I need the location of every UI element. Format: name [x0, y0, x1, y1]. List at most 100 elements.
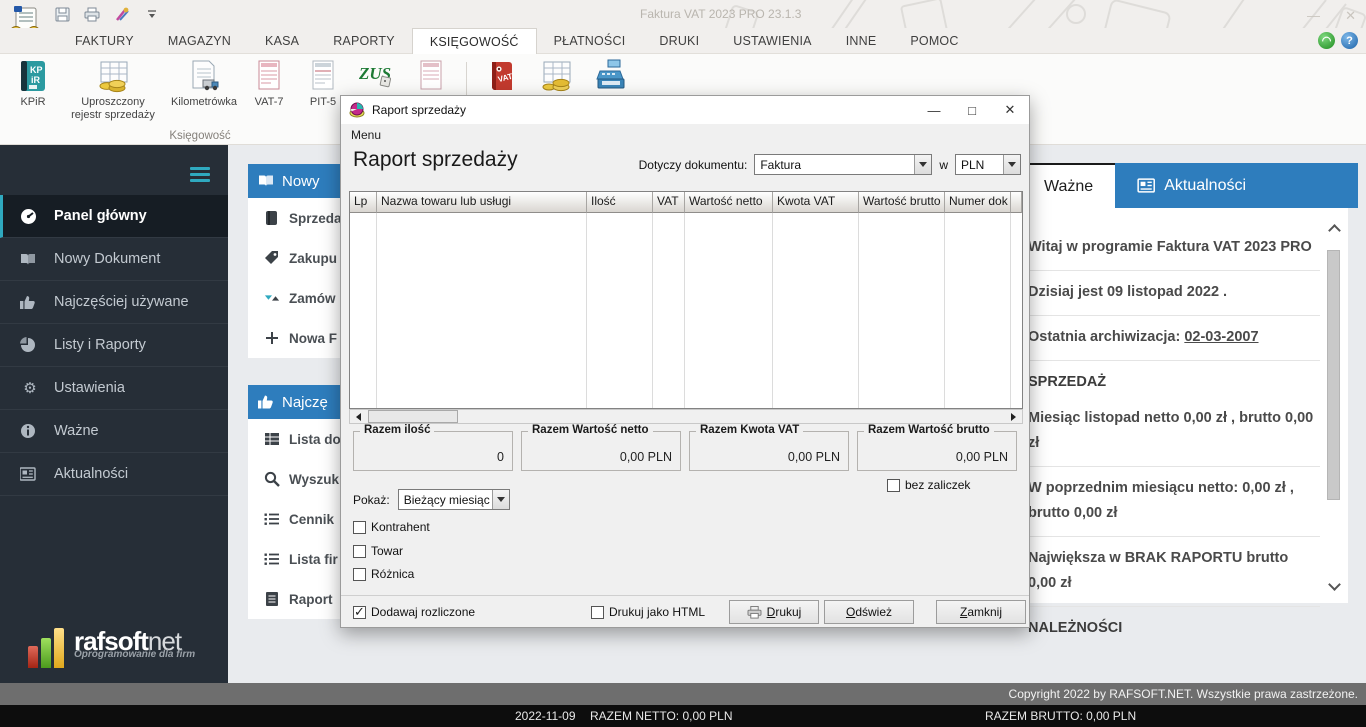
list-icon: [264, 513, 279, 525]
sidebar-item-wazne[interactable]: Ważne: [0, 410, 228, 453]
pie-chart-icon: [20, 337, 40, 353]
tab-inne[interactable]: INNE: [829, 28, 894, 54]
right-panel-scrollbar[interactable]: [1327, 218, 1344, 593]
scrollbar-thumb[interactable]: [368, 410, 458, 423]
dialog-maximize-icon[interactable]: □: [953, 96, 991, 124]
tab-ustawienia[interactable]: USTAWIENIA: [716, 28, 828, 54]
dialog-minimize-icon[interactable]: —: [915, 96, 953, 124]
ribbon-uproszczony-button[interactable]: Uproszczony rejestr sprzedaży: [65, 58, 161, 122]
scroll-left-icon[interactable]: [350, 410, 366, 423]
tab-aktualnosci[interactable]: Aktualności: [1115, 163, 1359, 208]
menu-item-cennik[interactable]: Cennik: [248, 499, 348, 539]
sidebar-item-listy-i-raporty[interactable]: Listy i Raporty: [0, 324, 228, 367]
ribbon-pit5-button[interactable]: PIT-5: [301, 58, 345, 109]
menu-item-raport[interactable]: Raport: [248, 579, 348, 619]
ribbon-kasa-button[interactable]: [588, 58, 632, 94]
checkbox-icon[interactable]: [591, 605, 604, 619]
ribbon-vat-register-button[interactable]: VAT: [480, 58, 524, 94]
currency-select[interactable]: PLN: [955, 154, 1021, 175]
table-icon: [265, 433, 279, 445]
brush-icon[interactable]: [112, 4, 132, 24]
dodawaj-rozliczone-checkbox[interactable]: Dodawaj rozliczone: [353, 604, 475, 620]
column-header[interactable]: Numer dok: [945, 192, 1011, 213]
menu-item-lista-dokumentow[interactable]: Lista do: [248, 419, 348, 459]
panel-najczesciej-body: Lista do Wyszuk Cennik Lista fir Raport: [248, 419, 348, 619]
checkbox-icon[interactable]: [353, 544, 366, 558]
doc-type-select[interactable]: Faktura: [754, 154, 933, 175]
save-icon[interactable]: [52, 4, 72, 24]
tab-pomoc[interactable]: POMOC: [893, 28, 975, 54]
tab-ksiegowosc[interactable]: KSIĘGOWOŚĆ: [411, 28, 537, 54]
online-status-icon[interactable]: ◠: [1318, 32, 1335, 49]
checkbox-icon[interactable]: [353, 604, 366, 620]
chevron-down-icon[interactable]: [1328, 578, 1341, 591]
chevron-down-icon[interactable]: [491, 490, 509, 509]
column-header[interactable]: Wartość netto: [685, 192, 773, 213]
report-table-body: [350, 213, 1022, 408]
column-header[interactable]: VAT: [653, 192, 685, 213]
column-header[interactable]: Nazwa towaru lub usługi: [377, 192, 587, 213]
table-horizontal-scrollbar[interactable]: [349, 409, 1023, 424]
ribbon-vat7-button[interactable]: VAT-7: [247, 58, 291, 109]
tab-wazne[interactable]: Ważne: [1022, 163, 1116, 208]
sidebar-item-najczesciej-uzywane[interactable]: Najczęściej używane: [0, 281, 228, 324]
report-table[interactable]: Lp Nazwa towaru lub usługi Ilość VAT War…: [349, 191, 1023, 409]
column-header[interactable]: Wartość brutto: [859, 192, 945, 213]
checkbox-icon[interactable]: [353, 567, 366, 581]
towar-checkbox[interactable]: Towar: [353, 544, 403, 558]
sales-line: Miesiąc listopad netto 0,00 zł , brutto …: [1028, 397, 1320, 467]
drukuj-jako-html-checkbox[interactable]: Drukuj jako HTML: [591, 605, 705, 619]
tab-faktury[interactable]: FAKTURY: [58, 28, 151, 54]
close-icon[interactable]: ✕: [1345, 8, 1356, 24]
tab-druki[interactable]: DRUKI: [642, 28, 716, 54]
print-icon[interactable]: [82, 4, 102, 24]
sidebar: Panel główny Nowy Dokument Najczęściej u…: [0, 145, 228, 683]
roznica-checkbox[interactable]: Różnica: [353, 567, 414, 581]
menu-item-zamowienia[interactable]: Zamów: [248, 278, 348, 318]
sidebar-item-ustawienia[interactable]: ⚙ Ustawienia: [0, 367, 228, 410]
ribbon-kilometrowka-button[interactable]: Kilometrówka: [171, 58, 237, 109]
column-header[interactable]: Lp: [350, 192, 377, 213]
help-icon[interactable]: ?: [1341, 32, 1358, 49]
tab-raporty[interactable]: RAPORTY: [316, 28, 412, 54]
menu-item-lista-firm[interactable]: Lista fir: [248, 539, 348, 579]
zamknij-button[interactable]: Zamknij: [936, 600, 1026, 624]
scrollbar-thumb[interactable]: [1327, 250, 1340, 500]
column-header[interactable]: Kwota VAT: [773, 192, 859, 213]
hamburger-menu-icon[interactable]: [190, 167, 210, 185]
menu-item-wyszukiwanie[interactable]: Wyszuk: [248, 459, 348, 499]
column-header[interactable]: Ilość: [587, 192, 653, 213]
menu-item-nowa-faktura[interactable]: Nowa F: [248, 318, 348, 358]
sidebar-item-aktualnosci[interactable]: Aktualności: [0, 453, 228, 496]
qat-customize-icon[interactable]: [142, 4, 162, 24]
kpir-icon: KP iR: [18, 58, 48, 94]
checkbox-icon[interactable]: [887, 478, 900, 492]
sidebar-item-panel-glowny[interactable]: Panel główny: [0, 195, 228, 238]
chevron-down-icon[interactable]: [1003, 155, 1020, 174]
archive-date-link[interactable]: 02-03-2007: [1184, 329, 1258, 345]
menu-item-sprzedazy[interactable]: Sprzeda: [248, 198, 348, 238]
dashboard-icon: [20, 208, 40, 225]
tab-kasa[interactable]: KASA: [248, 28, 316, 54]
drukuj-button[interactable]: Drukuj: [729, 600, 819, 624]
ribbon-kpir-button[interactable]: KP iR KPiR: [11, 58, 55, 109]
chevron-up-icon[interactable]: [1328, 224, 1341, 237]
dialog-titlebar[interactable]: Raport sprzedaży — □ ✕: [341, 96, 1029, 124]
sidebar-item-nowy-dokument[interactable]: Nowy Dokument: [0, 238, 228, 281]
checkbox-icon[interactable]: [353, 520, 366, 534]
ribbon-sales-register-button[interactable]: [534, 58, 578, 94]
dialog-close-icon[interactable]: ✕: [991, 96, 1029, 124]
scroll-right-icon[interactable]: [1006, 410, 1022, 423]
bez-zaliczek-checkbox[interactable]: bez zaliczek: [887, 478, 970, 492]
menu-item-zakupu[interactable]: Zakupu: [248, 238, 348, 278]
period-select[interactable]: Bieżący miesiąc: [397, 489, 510, 510]
dialog-menu-item[interactable]: Menu: [351, 128, 381, 142]
minimize-icon[interactable]: —: [1307, 8, 1320, 23]
ribbon-form-button[interactable]: [409, 58, 453, 94]
panel-nowy-header: Nowy: [248, 164, 348, 198]
chevron-down-icon[interactable]: [914, 155, 932, 174]
tab-magazyn[interactable]: MAGAZYN: [151, 28, 248, 54]
kontrahent-checkbox[interactable]: Kontrahent: [353, 520, 430, 534]
odswiez-button[interactable]: Odśwież: [824, 600, 914, 624]
tab-platnosci[interactable]: PŁATNOŚCI: [537, 28, 643, 54]
